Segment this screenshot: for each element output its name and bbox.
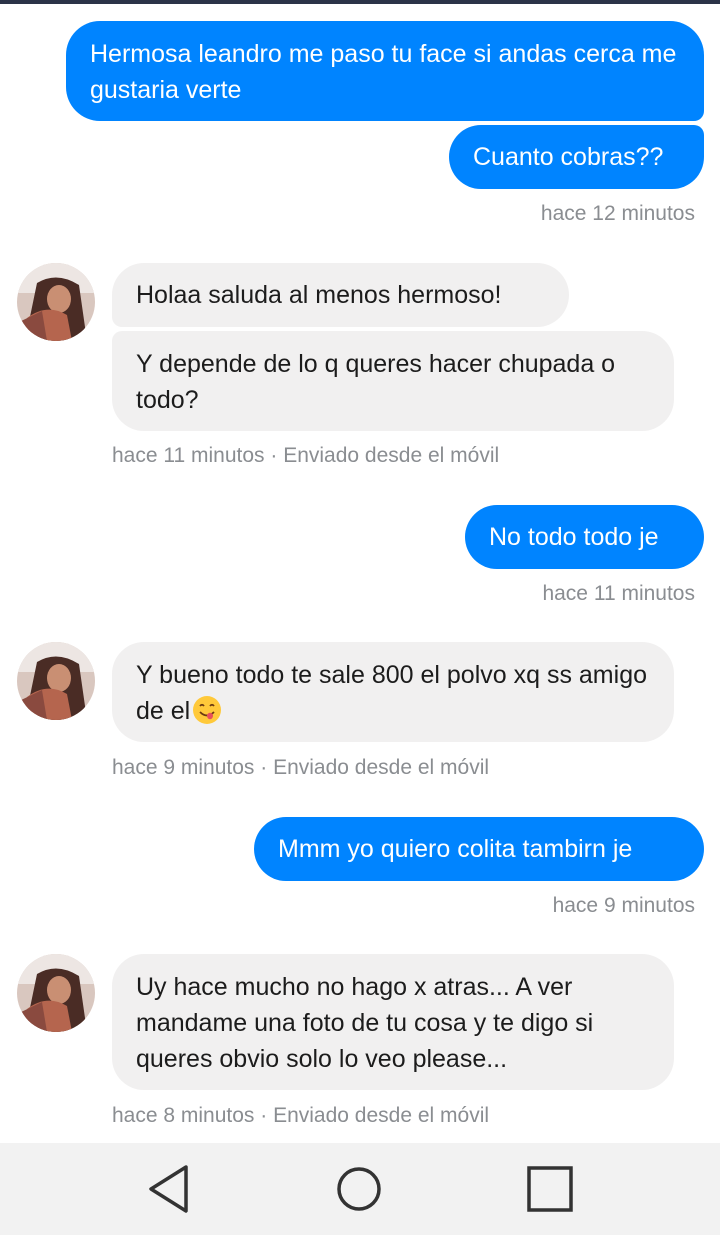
message-timestamp: hace 12 minutos	[540, 202, 695, 225]
outgoing-message[interactable]: No todo todo je	[465, 505, 704, 569]
smiling-face-with-tongue-icon	[193, 696, 222, 724]
message-timestamp: hace 9 minutos · Enviado desde el móvil	[112, 756, 490, 779]
contact-avatar[interactable]	[17, 263, 95, 341]
outgoing-message[interactable]: Hermosa leandro me paso tu face si andas…	[66, 21, 704, 121]
avatar-photo	[17, 954, 95, 1032]
message-text: Mmm yo quiero colita tambirn je	[278, 835, 633, 863]
home-icon[interactable]	[333, 1163, 385, 1215]
message-text: Holaa saluda al menos hermoso!	[136, 281, 502, 309]
back-icon[interactable]	[142, 1163, 194, 1215]
incoming-message[interactable]: Holaa saluda al menos hermoso!	[112, 263, 569, 327]
status-bar-edge	[0, 0, 720, 4]
incoming-message[interactable]: Y depende de lo q queres hacer chupada o…	[112, 331, 674, 431]
message-timestamp: hace 9 minutos	[552, 894, 695, 917]
system-navigation-bar	[0, 1143, 720, 1235]
message-text: Uy hace mucho no hago x atras... A ver m…	[136, 973, 594, 1073]
message-text: Hermosa leandro me paso tu face si andas…	[90, 40, 677, 104]
recents-icon[interactable]	[524, 1163, 576, 1215]
contact-avatar[interactable]	[17, 642, 95, 720]
message-timestamp: hace 11 minutos · Enviado desde el móvil	[112, 444, 500, 467]
message-timestamp: hace 11 minutos	[542, 582, 695, 605]
avatar-photo	[17, 263, 95, 341]
incoming-message[interactable]: Uy hace mucho no hago x atras... A ver m…	[112, 954, 674, 1090]
message-text: Cuanto cobras??	[473, 143, 664, 171]
message-text: No todo todo je	[489, 523, 659, 551]
avatar-photo	[17, 642, 95, 720]
outgoing-message[interactable]: Mmm yo quiero colita tambirn je	[254, 817, 704, 881]
contact-avatar[interactable]	[17, 954, 95, 1032]
outgoing-message[interactable]: Cuanto cobras??	[449, 125, 704, 189]
incoming-message[interactable]: Y bueno todo te sale 800 el polvo xq ss …	[112, 642, 674, 742]
message-text: Y depende de lo q queres hacer chupada o…	[136, 350, 616, 414]
message-timestamp: hace 8 minutos · Enviado desde el móvil	[112, 1104, 490, 1127]
